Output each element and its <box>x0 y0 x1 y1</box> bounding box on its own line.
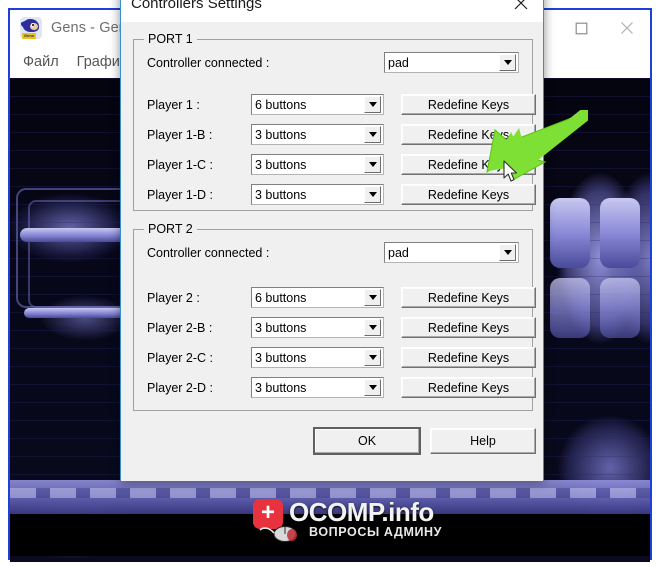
sonic-icon: Gens <box>20 17 42 39</box>
player-2-c-label: Player 2-C : <box>147 351 213 365</box>
chevron-down-icon[interactable] <box>499 244 516 261</box>
player-2-d-label: Player 2-D : <box>147 381 213 395</box>
player-2-label: Player 2 : <box>147 291 200 305</box>
dialog-close-icon[interactable] <box>499 0 543 22</box>
player-1-c-buttons-value: 3 buttons <box>255 157 307 172</box>
player-1-label: Player 1 : <box>147 98 200 112</box>
port-2-controller-value: pad <box>388 245 409 260</box>
player-1-b-label: Player 1-B : <box>147 128 213 142</box>
port-2-legend: PORT 2 <box>144 222 197 236</box>
player-2-d-buttons-select[interactable]: 3 buttons <box>251 377 384 398</box>
chevron-down-icon[interactable] <box>364 156 381 173</box>
controllers-settings-dialog: Controllers Settings PORT 1 Controller c… <box>120 0 544 481</box>
dialog-titlebar: Controllers Settings <box>121 0 543 22</box>
player-1-d-buttons-value: 3 buttons <box>255 187 307 202</box>
port-1-controller-value: pad <box>388 55 409 70</box>
player-1-b-buttons-value: 3 buttons <box>255 127 307 142</box>
chevron-down-icon[interactable] <box>364 289 381 306</box>
chevron-down-icon[interactable] <box>499 54 516 71</box>
player-1-b-buttons-select[interactable]: 3 buttons <box>251 124 384 145</box>
chevron-down-icon[interactable] <box>364 96 381 113</box>
redefine-keys-player-2-b[interactable]: Redefine Keys <box>401 317 536 338</box>
screenshot-root: Gens Gens - Genesis : ROCK N' ROLL RACIN… <box>0 0 658 567</box>
player-2-b-buttons-value: 3 buttons <box>255 320 307 335</box>
player-1-c-buttons-select[interactable]: 3 buttons <box>251 154 384 175</box>
dialog-body: PORT 1 Controller connected : pad Player… <box>121 22 543 481</box>
port-1-connected-label: Controller connected : <box>147 56 270 70</box>
redefine-keys-player-1-b[interactable]: Redefine Keys <box>401 124 536 145</box>
redefine-keys-player-2-d[interactable]: Redefine Keys <box>401 377 536 398</box>
emulator-window: Gens Gens - Genesis : ROCK N' ROLL RACIN… <box>8 0 652 562</box>
redefine-keys-player-1[interactable]: Redefine Keys <box>401 94 536 115</box>
player-1-buttons-value: 6 buttons <box>255 97 307 112</box>
redefine-keys-player-1-c[interactable]: Redefine Keys <box>401 154 536 175</box>
dialog-title: Controllers Settings <box>131 0 262 12</box>
player-2-buttons-value: 6 buttons <box>255 290 307 305</box>
player-2-d-buttons-value: 3 buttons <box>255 380 307 395</box>
chevron-down-icon[interactable] <box>364 319 381 336</box>
menu-item-file[interactable]: Файл <box>23 54 59 70</box>
port-2-connected-label: Controller connected : <box>147 246 270 260</box>
port-2-controller-select[interactable]: pad <box>384 242 519 263</box>
player-1-buttons-select[interactable]: 6 buttons <box>251 94 384 115</box>
chevron-down-icon[interactable] <box>364 126 381 143</box>
chevron-down-icon[interactable] <box>364 186 381 203</box>
chevron-down-icon[interactable] <box>364 349 381 366</box>
player-1-d-buttons-select[interactable]: 3 buttons <box>251 184 384 205</box>
player-2-b-buttons-select[interactable]: 3 buttons <box>251 317 384 338</box>
player-1-d-label: Player 1-D : <box>147 188 213 202</box>
player-2-c-buttons-value: 3 buttons <box>255 350 307 365</box>
port-1-group: PORT 1 Controller connected : pad Player… <box>133 32 536 211</box>
player-2-buttons-select[interactable]: 6 buttons <box>251 287 384 308</box>
ok-button[interactable]: OK <box>314 428 420 454</box>
redefine-keys-player-1-d[interactable]: Redefine Keys <box>401 184 536 205</box>
port-1-controller-select[interactable]: pad <box>384 52 519 73</box>
redefine-keys-player-2[interactable]: Redefine Keys <box>401 287 536 308</box>
port-1-legend: PORT 1 <box>144 32 197 46</box>
close-icon[interactable] <box>604 10 650 46</box>
port-2-group: PORT 2 Controller connected : pad Player… <box>133 222 536 411</box>
player-2-c-buttons-select[interactable]: 3 buttons <box>251 347 384 368</box>
player-1-c-label: Player 1-C : <box>147 158 213 172</box>
redefine-keys-player-2-c[interactable]: Redefine Keys <box>401 347 536 368</box>
chevron-down-icon[interactable] <box>364 379 381 396</box>
help-button[interactable]: Help <box>430 428 536 454</box>
player-2-b-label: Player 2-B : <box>147 321 213 335</box>
maximize-icon[interactable] <box>558 10 604 46</box>
